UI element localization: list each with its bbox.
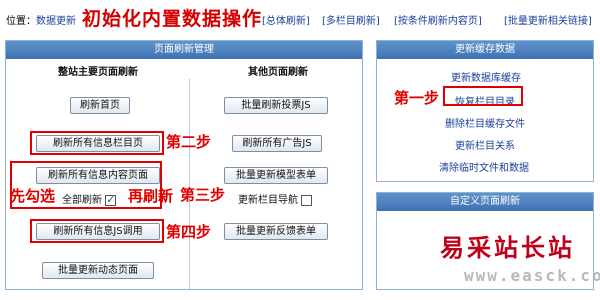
clear-temp-files-link[interactable]: 清除临时文件和数据 <box>439 159 529 174</box>
refresh-homepage-button[interactable]: 刷新首页 <box>70 97 130 114</box>
cache-update-panel: 更新缓存数据 更新数据库缓存 恢复栏目目录 删除栏目缓存文件 更新栏目关系 清除… <box>376 40 594 182</box>
link-overall-refresh[interactable]: [总体刷新] <box>262 12 310 27</box>
link-batch-update-related[interactable]: [批量更新相关链接] <box>504 12 592 27</box>
top-bar: 位置：数据更新 初始化内置数据操作 [总体刷新] [多栏目刷新] [按条件刷新内… <box>0 0 600 34</box>
step2-annotation: 第二步 <box>166 133 212 151</box>
link-conditional-refresh[interactable]: [按条件刷新内容页] <box>394 12 482 27</box>
right-column-title: 其他页面刷新 <box>248 67 308 78</box>
page-title: 初始化内置数据操作 <box>82 8 263 30</box>
custom-panel-title: 自定义页面刷新 <box>377 193 593 211</box>
check-first-annotation: 先勾选 <box>10 187 56 205</box>
delete-column-cache-link[interactable]: 删除栏目缓存文件 <box>445 115 525 130</box>
batch-refresh-vote-js-button[interactable]: 批量刷新投票JS <box>224 97 328 114</box>
batch-update-dynamic-pages-button[interactable]: 批量更新动态页面 <box>42 262 154 279</box>
link-multi-column-refresh[interactable]: [多栏目刷新] <box>322 12 380 27</box>
step1-highlight-box <box>443 86 523 106</box>
step3-annotation: 第三步 <box>180 186 226 204</box>
nav-update-label: 更新栏目导航 <box>238 195 298 206</box>
batch-update-feedback-form-button[interactable]: 批量更新反馈表单 <box>224 223 328 240</box>
left-column-title: 整站主要页面刷新 <box>58 67 138 78</box>
watermark-logo-text: 易采站长站 <box>440 233 575 262</box>
update-column-relation-link[interactable]: 更新栏目关系 <box>455 137 515 152</box>
step1-annotation: 第一步 <box>394 89 440 107</box>
nav-update-checkbox[interactable] <box>301 194 313 206</box>
refresh-all-ads-js-button[interactable]: 刷新所有广告JS <box>232 135 322 152</box>
watermark-url: www.easck.com <box>464 266 600 285</box>
step4-highlight-box <box>30 219 164 243</box>
cache-panel-title: 更新缓存数据 <box>377 41 593 59</box>
location-label: 位置： <box>6 16 36 27</box>
location-link[interactable]: 数据更新 <box>36 16 76 27</box>
step2-highlight-box <box>30 131 164 155</box>
refresh-again-annotation: 再刷新 <box>128 187 174 205</box>
batch-update-model-form-button[interactable]: 批量更新模型表单 <box>224 167 328 184</box>
nav-update-row: 更新栏目导航 <box>238 191 313 206</box>
panel-title: 页面刷新管理 <box>6 41 362 59</box>
step4-annotation: 第四步 <box>166 223 212 241</box>
location-breadcrumb: 位置：数据更新 <box>6 12 76 27</box>
update-database-cache-link[interactable]: 更新数据库缓存 <box>451 69 521 84</box>
